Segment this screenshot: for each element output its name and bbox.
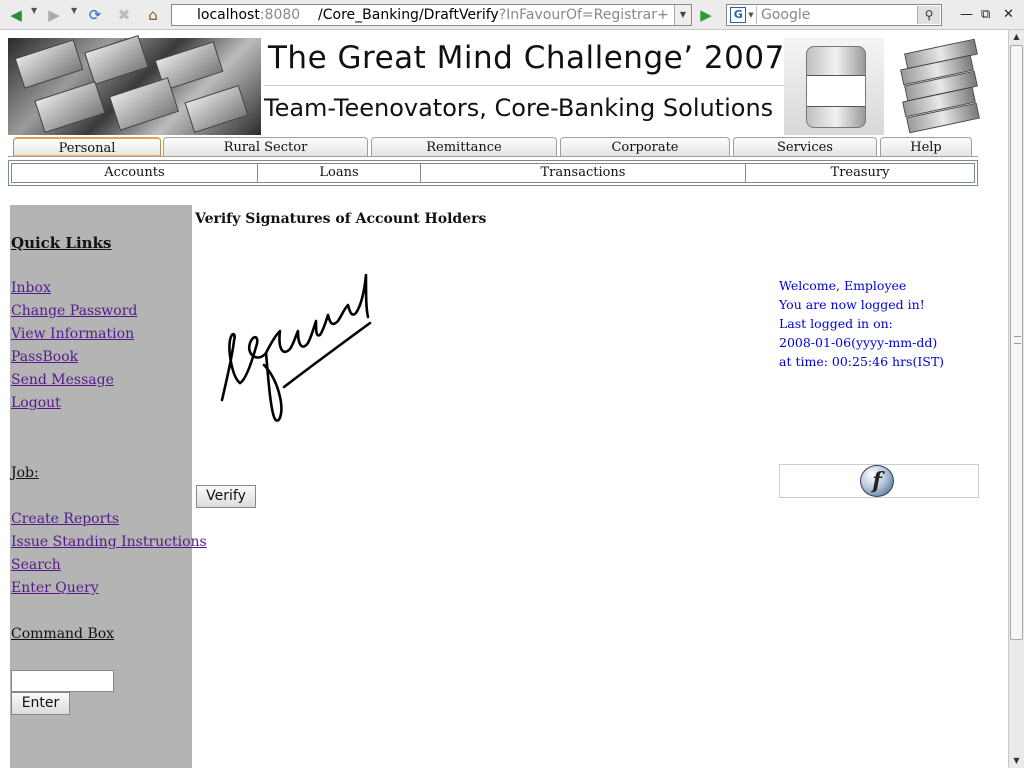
flash-plugin-box[interactable]: f — [779, 464, 979, 498]
silver-bar — [184, 84, 249, 134]
sidebar-link-logout[interactable]: Logout — [11, 395, 61, 411]
welcome-panel: Welcome, Employee You are now logged in!… — [779, 276, 944, 371]
subnav-transactions[interactable]: Transactions — [421, 164, 746, 182]
stop-icon[interactable]: ✖ — [114, 5, 134, 25]
money-band — [807, 75, 865, 107]
sidebar-link-search[interactable]: Search — [11, 557, 61, 573]
banner-divider — [264, 85, 784, 86]
sidebar-link-view-information[interactable]: View Information — [11, 326, 134, 342]
url-path-1: /Core_Banking — [318, 7, 419, 23]
back-history-dropdown-icon[interactable]: ▼ — [31, 6, 37, 15]
browser-toolbar: ◀ ▼ ▶ ▼ ⟳ ✖ ⌂ localhost:8080 /Core_Banki… — [0, 0, 1024, 30]
close-icon[interactable]: ✕ — [1003, 7, 1014, 22]
url-bar[interactable]: localhost:8080 /Core_Banking/DraftVerify… — [171, 4, 692, 26]
scroll-up-icon[interactable]: ▲ — [1009, 30, 1024, 44]
silver-bar — [108, 77, 180, 131]
login-status: You are now logged in! — [779, 297, 925, 312]
signature-image — [220, 273, 372, 422]
subnav-treasury[interactable]: Treasury — [746, 164, 974, 182]
tab-rural-sector[interactable]: Rural Sector — [163, 137, 368, 156]
sidebar-link-change-password[interactable]: Change Password — [11, 303, 137, 319]
silver-bar — [14, 39, 84, 89]
welcome-line: Welcome, Employee — [779, 278, 907, 293]
url-history-dropdown-icon[interactable]: ▼ — [674, 5, 691, 25]
silver-bar — [34, 80, 106, 134]
url-port: :8080 — [259, 7, 301, 23]
tab-personal[interactable]: Personal — [13, 137, 161, 157]
quick-links-heading: Quick Links — [11, 234, 112, 252]
restore-icon[interactable]: ⧉ — [981, 7, 990, 22]
url-query: ?InFavourOf=Registrar+ ... — [498, 7, 687, 23]
money-roll-image — [784, 38, 884, 135]
minimize-icon[interactable]: — — [960, 7, 973, 22]
page-title: Verify Signatures of Account Holders — [195, 211, 487, 227]
vertical-scrollbar[interactable]: ▲ ▼ — [1008, 30, 1024, 768]
go-arrow-icon[interactable]: ▶ — [696, 5, 716, 25]
scroll-down-icon[interactable]: ▼ — [1009, 754, 1024, 768]
sidebar-link-enter-query[interactable]: Enter Query — [11, 580, 99, 596]
scrollbar-thumb[interactable] — [1010, 45, 1023, 640]
last-login-label: Last logged in on: — [779, 316, 893, 331]
magnifier-icon[interactable]: ⚲ — [917, 6, 940, 24]
sidebar-link-passbook[interactable]: PassBook — [11, 349, 78, 365]
url-path-2: /DraftVerify — [418, 7, 499, 23]
sub-navigation: Accounts Loans Transactions Treasury — [8, 160, 978, 186]
sub-navigation-inner: Accounts Loans Transactions Treasury — [11, 163, 975, 183]
forward-history-dropdown-icon[interactable]: ▼ — [71, 6, 77, 15]
cash-stack-image — [885, 38, 988, 135]
command-input[interactable] — [11, 670, 114, 692]
silver-bars-image — [8, 35, 261, 135]
sidebar-link-create-reports[interactable]: Create Reports — [11, 511, 119, 527]
search-input[interactable]: Google — [761, 5, 810, 25]
search-engine-selector[interactable]: G ▼ — [728, 6, 757, 24]
subnav-accounts[interactable]: Accounts — [12, 164, 258, 182]
tab-remittance[interactable]: Remittance — [371, 137, 557, 156]
home-icon[interactable]: ⌂ — [143, 5, 163, 25]
verify-button[interactable]: Verify — [196, 485, 256, 508]
chevron-down-icon: ▼ — [748, 11, 754, 19]
banner-title: The Great Mind Challenge’ 2007 — [268, 40, 785, 76]
reload-icon[interactable]: ⟳ — [85, 5, 105, 25]
tab-help[interactable]: Help — [880, 137, 972, 156]
job-heading: Job: — [11, 465, 39, 481]
enter-button[interactable]: Enter — [11, 692, 70, 715]
back-arrow-icon[interactable]: ◀ — [6, 5, 26, 25]
sidebar-link-inbox[interactable]: Inbox — [11, 280, 51, 296]
grip-icon — [1014, 336, 1021, 344]
url-host: localhost — [197, 7, 260, 23]
subnav-loans[interactable]: Loans — [258, 164, 421, 182]
flash-icon: f — [860, 465, 894, 497]
header-banner: The Great Mind Challenge’ 2007 Team-Teen… — [8, 35, 988, 135]
last-login-time: at time: 00:25:46 hrs(IST) — [779, 354, 945, 369]
tab-baseline — [8, 156, 978, 157]
last-login-date: 2008-01-06(yyyy-mm-dd) — [779, 335, 938, 350]
forward-arrow-icon[interactable]: ▶ — [44, 5, 64, 25]
tab-corporate[interactable]: Corporate — [560, 137, 730, 156]
search-box[interactable]: G ▼ Google ⚲ — [726, 4, 942, 26]
tab-services[interactable]: Services — [733, 137, 877, 156]
money-roll — [806, 46, 866, 128]
silver-bar — [84, 35, 149, 85]
sidebar-link-send-message[interactable]: Send Message — [11, 372, 114, 388]
sidebar-link-issue-standing-instructions[interactable]: Issue Standing Instructions — [11, 534, 207, 550]
banner-subtitle: Team-Teenovators, Core-Banking Solutions — [264, 94, 774, 122]
sidebar: Quick Links Inbox Change Password View I… — [10, 205, 207, 768]
command-box-heading: Command Box — [11, 626, 115, 642]
google-logo-icon: G — [730, 7, 747, 23]
